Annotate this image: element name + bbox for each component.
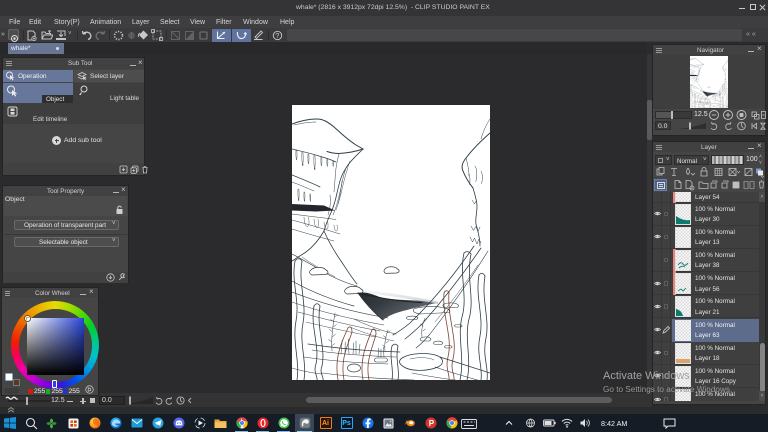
svg-text:P: P [428,419,434,428]
svg-text:?: ? [275,33,279,40]
